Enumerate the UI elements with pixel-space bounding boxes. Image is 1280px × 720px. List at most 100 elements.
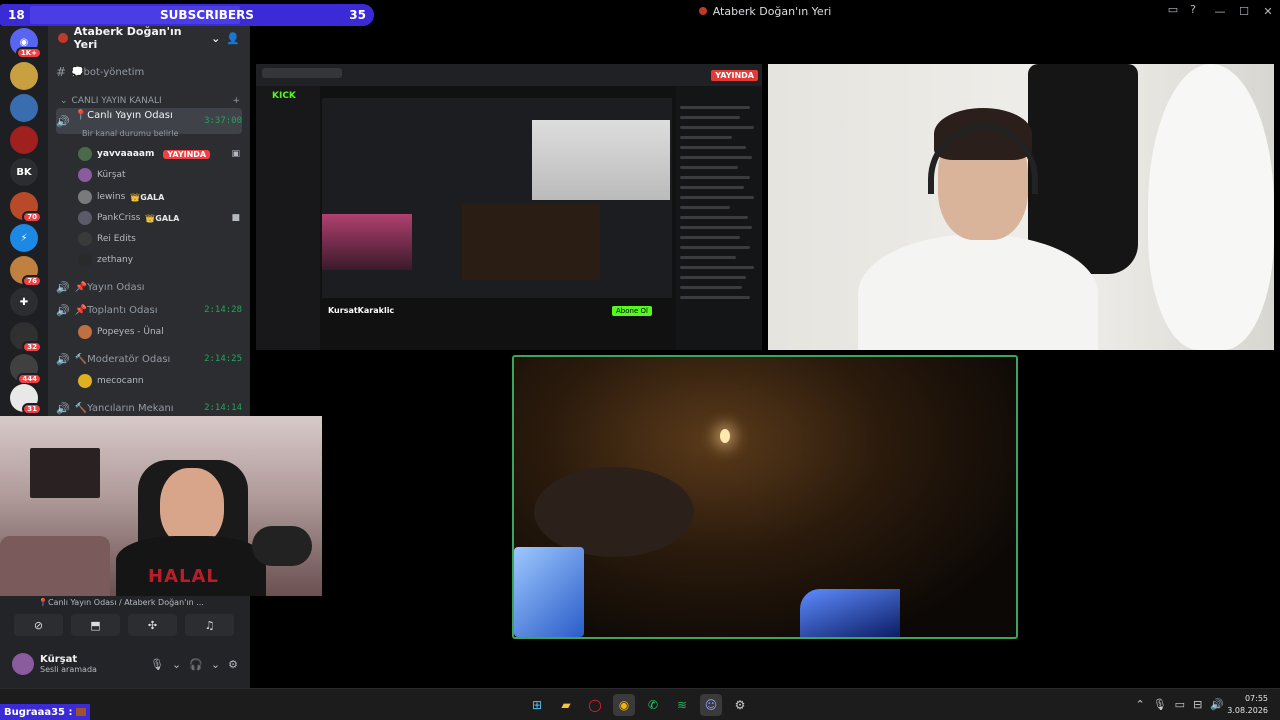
voice-user-name: lewins bbox=[97, 192, 126, 202]
person-body bbox=[858, 234, 1098, 350]
server-bk-label: BK bbox=[16, 166, 32, 178]
speaker-icon: 🔊 bbox=[56, 280, 70, 294]
channel-label: 💭bot-yönetim bbox=[71, 66, 145, 78]
gear-icon[interactable]: ⚙ bbox=[228, 658, 238, 671]
background-door bbox=[1148, 64, 1274, 350]
whatsapp-icon[interactable]: ✆ bbox=[642, 694, 664, 716]
screen-glow-right bbox=[800, 589, 900, 637]
voice-user-name: Kürşat bbox=[97, 170, 126, 180]
help-icon[interactable]: ? bbox=[1190, 3, 1196, 16]
guild-header[interactable]: Ataberk Doğan'ın Yeri ⌄ 👤 bbox=[48, 25, 250, 51]
channel-timer: 3:37:00 bbox=[204, 116, 242, 126]
avatar[interactable] bbox=[12, 653, 34, 675]
file-explorer-icon[interactable]: ▰ bbox=[555, 694, 577, 716]
system-clock[interactable]: 07:55 3.08.2026 bbox=[1227, 693, 1268, 717]
server-icon-6[interactable]: ⚡ bbox=[10, 224, 38, 252]
headphones-icon[interactable]: 🎧 bbox=[189, 658, 203, 671]
server-icon-1[interactable] bbox=[10, 62, 38, 90]
voice-user-row[interactable]: yavvaaaam YAYINDA ▣ bbox=[78, 145, 240, 163]
server-icon-5[interactable]: 70 bbox=[10, 192, 42, 223]
activities-button[interactable]: ✣ bbox=[128, 614, 177, 636]
guild-icon bbox=[58, 33, 68, 43]
chevron-up-icon[interactable]: ⌃ bbox=[1135, 698, 1144, 711]
server-icon-7[interactable]: 76 bbox=[10, 256, 42, 287]
server-icon-2[interactable] bbox=[10, 94, 38, 122]
server-icon-3[interactable] bbox=[10, 126, 38, 154]
streamer-face bbox=[160, 468, 224, 546]
gala-tag: 👑GALA bbox=[130, 192, 165, 202]
chevron-down-icon[interactable]: ⌄ bbox=[211, 658, 220, 671]
voice-user-row[interactable]: Kürşat bbox=[78, 166, 240, 184]
microphone bbox=[252, 526, 312, 566]
inbox-icon[interactable]: ▭ bbox=[1168, 3, 1178, 16]
channel-yancilarin-mekani[interactable]: 🔊 🔨Yancıların Mekanı 2:14:14 bbox=[56, 398, 242, 418]
microphone-icon[interactable]: 🎙 bbox=[1153, 698, 1167, 711]
opera-icon[interactable]: ◯ bbox=[584, 694, 606, 716]
voice-user-row[interactable]: Popeyes - Ünal bbox=[78, 323, 240, 341]
nested-webcam bbox=[532, 120, 670, 200]
streamer-webcam-overlay: HALAL bbox=[0, 416, 322, 596]
camera-stream-speaking[interactable] bbox=[512, 355, 1018, 639]
channel-label: 📍Canlı Yayın Odası bbox=[74, 110, 173, 121]
voice-user-row[interactable]: Rei Edits bbox=[78, 230, 240, 248]
camera-off-button[interactable]: ⊘ bbox=[14, 614, 63, 636]
nested-pink-stream bbox=[322, 214, 412, 270]
server-icon-11[interactable]: 31 bbox=[10, 384, 42, 415]
chrome-icon[interactable]: ◉ bbox=[613, 694, 635, 716]
network-icon[interactable]: ⊟ bbox=[1193, 698, 1202, 711]
maximize-button[interactable]: ☐ bbox=[1232, 5, 1256, 18]
category-canli-yayin[interactable]: ⌄ CANLI YAYIN KANALI + bbox=[60, 96, 240, 106]
subscribers-goal: 35 bbox=[349, 8, 366, 22]
volume-icon[interactable]: 🔊 bbox=[1210, 698, 1224, 711]
add-member-icon[interactable]: 👤 bbox=[226, 32, 240, 45]
discord-icon[interactable]: ☺ bbox=[700, 694, 722, 716]
display-icon[interactable]: ▭ bbox=[1175, 698, 1185, 711]
shirt-text: HALAL bbox=[148, 566, 219, 587]
speaker-icon: 🔊 bbox=[56, 401, 70, 415]
microphone-icon[interactable]: 🎙 bbox=[150, 658, 164, 671]
server-badge-7: 76 bbox=[22, 275, 42, 287]
hand-shape bbox=[534, 467, 694, 557]
channel-toplanti-odasi[interactable]: 🔊 📌Toplantı Odası 2:14:28 bbox=[56, 300, 242, 320]
avatar bbox=[78, 253, 92, 267]
screen-share-icon: ▣ bbox=[231, 149, 240, 159]
minimize-button[interactable]: — bbox=[1208, 5, 1232, 18]
hanging-jacket bbox=[1028, 64, 1138, 274]
server-icon-bk[interactable]: BK bbox=[10, 158, 38, 186]
server-rail: ◉ 1K+ BK 70 ⚡ 76 ✚ 32 444 31 bbox=[0, 26, 48, 416]
home-button[interactable]: ◉ 1K+ bbox=[10, 28, 42, 59]
voice-user-row[interactable]: zethany bbox=[78, 251, 240, 269]
voice-user-name: zethany bbox=[97, 255, 134, 265]
guild-name: Ataberk Doğan'ın Yeri bbox=[73, 25, 182, 51]
screen-share-button[interactable]: ⬒ bbox=[71, 614, 120, 636]
close-button[interactable]: ✕ bbox=[1256, 5, 1280, 18]
light-spot bbox=[720, 429, 730, 443]
server-icon-8[interactable]: ✚ bbox=[10, 288, 38, 316]
current-user-status: Sesli aramada bbox=[40, 665, 97, 674]
avatar bbox=[78, 147, 92, 161]
chevron-down-icon[interactable]: ⌄ bbox=[172, 658, 181, 671]
channel-moderator-odasi[interactable]: 🔊 🔨Moderatör Odası 2:14:25 bbox=[56, 349, 242, 369]
screen-share-stream[interactable]: YAYINDA KICK KursatKaraklic Abone Ol bbox=[256, 64, 762, 350]
voice-user-row[interactable]: lewins 👑GALA bbox=[78, 188, 240, 206]
channel-status[interactable]: Bir kanal durumu belirle bbox=[82, 129, 178, 138]
voice-user-name: mecocann bbox=[97, 376, 144, 386]
server-icon-9[interactable]: 32 bbox=[10, 322, 42, 353]
add-channel-icon[interactable]: + bbox=[232, 96, 240, 106]
subscribers-goal-bar: 18 SUBSCRIBERS 35 bbox=[0, 4, 374, 26]
webcam-stream[interactable] bbox=[768, 64, 1274, 350]
spotify-icon[interactable]: ≋ bbox=[671, 694, 693, 716]
voice-user-row[interactable]: mecocann bbox=[78, 372, 240, 390]
channel-yayin-odasi[interactable]: 🔊 📌Yayın Odası bbox=[56, 277, 242, 297]
speaker-icon: 🔊 bbox=[56, 303, 70, 317]
screen-glow-left bbox=[514, 547, 584, 637]
soundboard-button[interactable]: ♫ bbox=[185, 614, 234, 636]
channel-label: 📌Yayın Odası bbox=[74, 281, 145, 293]
voice-user-row[interactable]: PankCriss 👑GALA ■ bbox=[78, 209, 240, 227]
browser-tab bbox=[262, 68, 342, 78]
start-icon[interactable]: ⊞ bbox=[526, 694, 548, 716]
steam-icon[interactable]: ⚙ bbox=[729, 694, 751, 716]
voice-location[interactable]: 📍Canlı Yayın Odası / Ataberk Doğan'ın ..… bbox=[38, 598, 204, 607]
server-icon-10[interactable]: 444 bbox=[10, 354, 42, 385]
channel-bot-yonetim[interactable]: # 💭bot-yönetim bbox=[56, 62, 242, 82]
